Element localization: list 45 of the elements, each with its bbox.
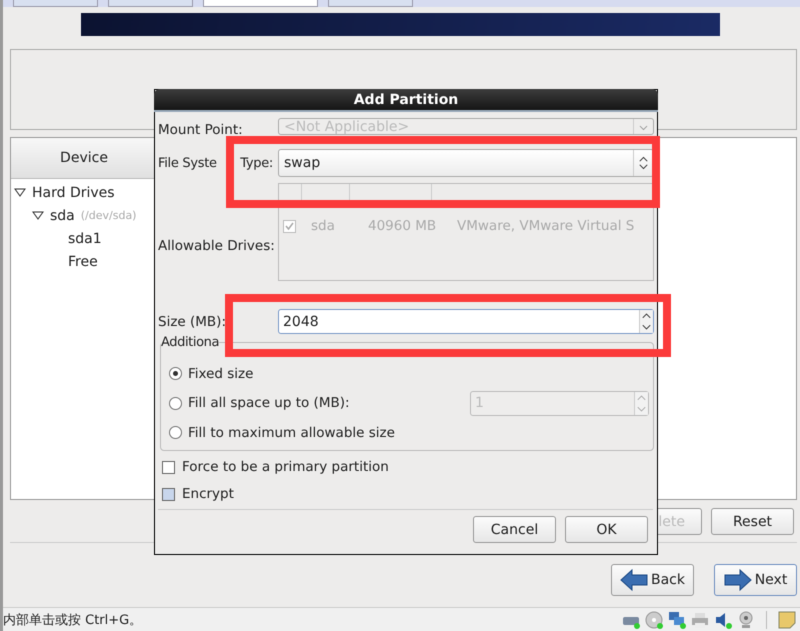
option-label[interactable]: Fixed size	[188, 366, 254, 382]
ok-button[interactable]: OK	[565, 516, 648, 543]
option-label[interactable]: Fill to maximum allowable size	[188, 424, 395, 441]
tree-item[interactable]: Free	[68, 254, 98, 270]
checkbox[interactable]	[162, 488, 175, 500]
table-cell-text: VMware, VMware Virtual S	[457, 218, 636, 234]
spin-arrows-icon	[634, 392, 648, 415]
device-path: (/dev/sda)	[80, 209, 136, 222]
checkbox[interactable]	[162, 460, 175, 474]
webcam-icon[interactable]	[737, 610, 755, 628]
network-icon[interactable]	[668, 610, 686, 628]
file-system-type-dropdown[interactable]: swap	[278, 149, 654, 177]
tab[interactable]	[203, 0, 318, 7]
radio-button[interactable]	[169, 396, 182, 410]
spin-arrows-icon	[639, 310, 653, 333]
field-label: File Syste	[158, 156, 217, 170]
back-button[interactable]: Back	[611, 564, 694, 596]
tree-item[interactable]: sda	[50, 208, 75, 224]
expanded-triangle-icon[interactable]	[32, 210, 44, 220]
size-spin-field[interactable]: 2048	[278, 309, 654, 334]
field-label: Type:	[240, 156, 273, 170]
field-label: Mount Point:	[158, 122, 244, 138]
radio-button[interactable]	[169, 367, 182, 380]
cancel-button[interactable]: Cancel	[473, 516, 556, 543]
checkbox-label[interactable]: Force to be a primary partition	[182, 459, 389, 475]
dialog-title: Add Partition	[154, 89, 658, 112]
speaker-icon[interactable]	[714, 610, 732, 628]
note-icon[interactable]	[778, 610, 796, 628]
expanded-triangle-icon[interactable]	[14, 188, 26, 198]
reset-button[interactable]: Reset	[711, 508, 794, 535]
tree-item[interactable]: Hard Drives	[32, 184, 115, 200]
checkbox-label[interactable]: Encrypt	[182, 486, 234, 502]
tree-item[interactable]: sda1	[68, 230, 102, 246]
left-arrow-icon	[620, 569, 648, 591]
status-text: 内部单击或按 Ctrl+G。	[3, 612, 142, 628]
column-header[interactable]: Device	[11, 138, 157, 179]
radio-button[interactable]	[169, 426, 182, 440]
right-arrow-icon	[724, 569, 752, 591]
table-cell-text: sda	[311, 218, 336, 234]
disc-icon[interactable]	[645, 610, 663, 628]
next-button[interactable]: Next	[714, 564, 797, 596]
field-label: Size (MB):	[158, 314, 227, 330]
option-label[interactable]: Fill all space up to (MB):	[188, 395, 350, 412]
table-cell-text: 40960 MB	[368, 218, 438, 234]
field-label: Allowable Drives:	[158, 238, 276, 254]
